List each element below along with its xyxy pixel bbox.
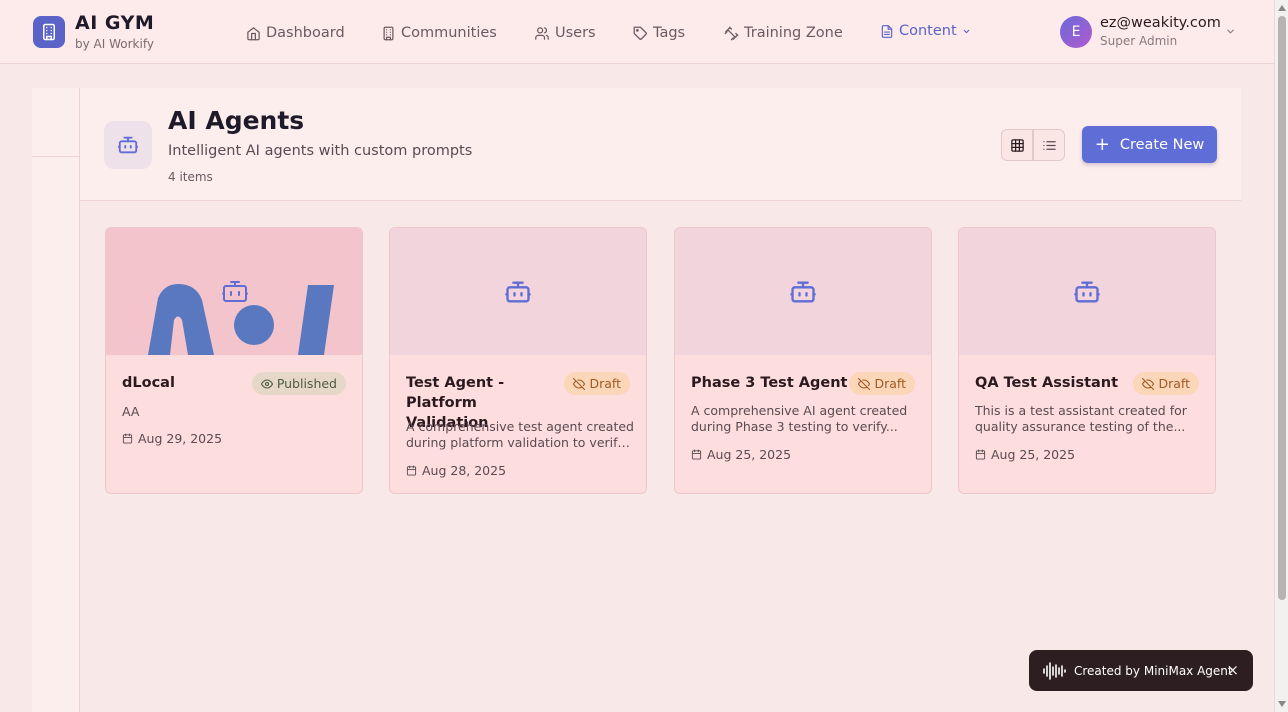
card-date: Aug 28, 2025: [406, 463, 506, 478]
sidebar-toggle[interactable]: [49, 106, 63, 140]
nav-users[interactable]: Users: [534, 20, 596, 46]
agent-image: [106, 228, 362, 355]
chevron-down-icon: [1227, 29, 1234, 34]
eye-off-icon: [858, 377, 871, 390]
status-badge: Draft: [1133, 372, 1199, 395]
nav-tags-label: Tags: [653, 25, 686, 41]
brand-title: AI GYM: [75, 12, 155, 34]
status-label: Draft: [589, 376, 621, 391]
toast-label: Created by MiniMax Agent: [1074, 663, 1233, 678]
brand-subtitle: by AI Workify: [75, 37, 154, 51]
card-date: Aug 25, 2025: [691, 447, 791, 462]
brand[interactable]: AI GYM by AI Workify: [33, 12, 154, 52]
status-label: Published: [276, 376, 337, 391]
chevron-down-icon: [963, 29, 969, 33]
eye-off-icon: [1142, 377, 1155, 390]
eye-off-icon: [573, 377, 586, 390]
nav-dashboard-label: Dashboard: [266, 25, 345, 41]
nav-tags[interactable]: Tags: [633, 20, 685, 46]
page-scrollbar[interactable]: [1274, 0, 1288, 712]
nav-content-dropdown[interactable]: Content: [880, 18, 971, 44]
card-title: QA Test Assistant: [975, 375, 1119, 391]
bot-icon: [1074, 281, 1100, 302]
scroll-thumb[interactable]: [1278, 16, 1286, 600]
nav-communities-label: Communities: [401, 25, 497, 41]
card-description: A comprehensive test agent created durin…: [406, 419, 634, 450]
agent-card-dlocal[interactable]: dLocal Published AA Aug 29, 2025: [105, 227, 363, 494]
bot-icon: [104, 121, 152, 169]
nav-communities[interactable]: Communities: [381, 20, 497, 46]
agent-card-phase-3[interactable]: Phase 3 Test Agent Draft A comprehensive…: [674, 227, 932, 494]
status-badge: Published: [251, 372, 346, 395]
status-label: Draft: [1158, 376, 1190, 391]
avatar: E: [1060, 16, 1092, 48]
top-navigation: AI GYM by AI Workify Dashboard Communiti…: [0, 0, 1274, 64]
calendar-icon: [975, 449, 986, 460]
card-date-text: Aug 25, 2025: [707, 447, 792, 462]
agent-card-qa-assistant[interactable]: QA Test Assistant Draft This is a test a…: [958, 227, 1216, 494]
item-count: 4 items: [168, 170, 213, 184]
status-badge: Draft: [849, 372, 915, 395]
nav-users-label: Users: [555, 25, 596, 41]
card-date: Aug 25, 2025: [975, 447, 1075, 462]
card-description: A comprehensive AI agent created during …: [691, 403, 908, 434]
card-description: This is a test assistant created for qua…: [975, 403, 1187, 434]
page-title: AI Agents: [168, 106, 305, 135]
user-email: ez@weakity.com: [1100, 14, 1221, 31]
list-view-button[interactable]: [1033, 129, 1065, 161]
scroll-down-arrow[interactable]: [1278, 701, 1286, 707]
create-new-label: Create New: [1119, 136, 1205, 153]
nav-dashboard[interactable]: Dashboard: [246, 20, 345, 46]
minimax-toast: Created by MiniMax Agent ×: [1029, 650, 1253, 691]
calendar-icon: [406, 465, 417, 476]
card-date-text: Aug 29, 2025: [138, 431, 223, 446]
eye-icon: [260, 378, 273, 389]
nav-training-zone[interactable]: Training Zone: [724, 20, 843, 46]
card-description: AA: [122, 404, 140, 419]
section-header: AI Agents Intelligent AI agents with cus…: [80, 88, 1241, 201]
list-icon: [1042, 140, 1056, 150]
card-date-text: Aug 28, 2025: [422, 463, 507, 478]
dumbbell-icon: [724, 26, 739, 40]
card-title: dLocal: [122, 375, 175, 391]
building-icon: [33, 16, 65, 48]
bot-icon: [505, 281, 531, 302]
plus-icon: +: [1094, 133, 1110, 155]
card-title: Phase 3 Test Agent: [691, 375, 848, 391]
soundwave-icon: [1043, 661, 1066, 680]
agent-card-test-agent[interactable]: Test Agent - Platform Validation Draft A…: [389, 227, 647, 494]
building-icon: [383, 26, 394, 40]
users-icon: [535, 26, 549, 40]
agent-placeholder: [675, 228, 931, 355]
status-label: Draft: [874, 376, 906, 391]
calendar-icon: [691, 449, 702, 460]
card-date: Aug 29, 2025: [122, 431, 222, 446]
bot-icon: [790, 281, 816, 302]
sidebar-divider: [32, 156, 80, 157]
card-date-text: Aug 25, 2025: [991, 447, 1076, 462]
create-new-button[interactable]: + Create New: [1082, 126, 1217, 163]
scroll-up-arrow[interactable]: [1278, 5, 1286, 11]
grid-icon: [1010, 138, 1024, 152]
nav-content-label: Content: [899, 23, 957, 39]
grid-view-button[interactable]: [1001, 129, 1033, 161]
close-icon[interactable]: ×: [1226, 661, 1239, 679]
tag-icon: [633, 26, 647, 40]
left-sidebar: [32, 88, 80, 712]
status-badge: Draft: [564, 372, 630, 395]
agent-placeholder: [390, 228, 646, 355]
agent-placeholder: [959, 228, 1215, 355]
nav-training-label: Training Zone: [744, 25, 843, 41]
user-menu[interactable]: E ez@weakity.com Super Admin: [1060, 15, 1240, 49]
page-description: Intelligent AI agents with custom prompt…: [168, 143, 473, 159]
calendar-icon: [122, 433, 133, 444]
home-icon: [247, 26, 260, 40]
user-role: Super Admin: [1100, 33, 1178, 48]
file-text-icon: [881, 24, 893, 38]
